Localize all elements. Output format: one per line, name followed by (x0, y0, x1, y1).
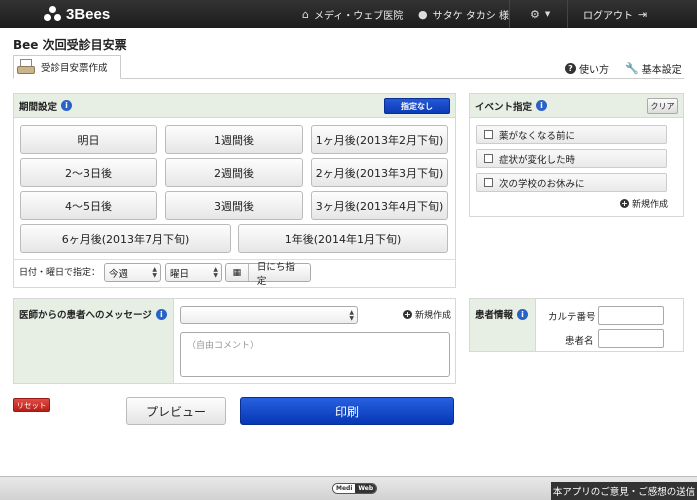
period-title: 期間設定 (19, 101, 58, 113)
event-checkbox[interactable] (484, 178, 493, 187)
bees-logo-icon (44, 6, 62, 22)
wrench-icon: 🔧 (625, 62, 639, 75)
help-label: 使い方 (579, 65, 609, 76)
page-title: Bee 次回受診目安票 (13, 38, 127, 52)
calendar-icon: ▦ (226, 264, 249, 281)
brand-logo[interactable]: 3Bees (44, 5, 110, 23)
reset-button[interactable]: リセット (13, 398, 50, 412)
nav-divider (509, 0, 510, 28)
settings-menu[interactable]: ⚙ ▼ (530, 0, 550, 28)
date-spec-label: 日付・曜日で指定： (19, 268, 101, 278)
tab-label: 受診目安票作成 (41, 63, 108, 74)
help-icon: ? (565, 63, 576, 74)
message-header: 医師からの患者へのメッセージ i (19, 307, 167, 321)
period-button-2months[interactable]: 2ヶ月後(2013年3月下旬) (311, 158, 448, 187)
event-label: 薬がなくなる前に (499, 130, 576, 142)
message-panel: 医師からの患者へのメッセージ i ▲ ▼ + 新規作成 （自由コメント） (13, 298, 456, 384)
select-arrows-icon: ▲ ▼ (349, 309, 354, 322)
event-item[interactable]: 症状が変化した時 (476, 149, 667, 168)
tab-create-sheet[interactable]: 受診目安票作成 (13, 55, 121, 79)
period-panel: 期間設定 i 指定なし 明日 1週間後 1ヶ月後(2013年2月下旬) 2〜3日… (13, 93, 456, 288)
clinic-link[interactable]: ⌂ メディ・ウェブ医院 (302, 0, 403, 28)
patient-title: 患者情報 (475, 310, 514, 321)
patient-name-input[interactable] (598, 329, 664, 348)
home-icon: ⌂ (302, 7, 309, 21)
plus-icon: + (620, 199, 629, 208)
info-icon[interactable]: i (61, 100, 73, 111)
week-select[interactable]: 今週 ▲ ▼ (104, 263, 161, 282)
period-button-1month[interactable]: 1ヶ月後(2013年2月下旬) (311, 125, 448, 154)
period-button-1week[interactable]: 1週間後 (165, 125, 303, 154)
day-select-value: 曜日 (170, 268, 190, 280)
print-button[interactable]: 印刷 (240, 397, 454, 425)
date-pick-button[interactable]: ▦ 日にち指定 (225, 262, 311, 287)
brand-name: 3Bees (66, 5, 111, 23)
event-new-label: 新規作成 (632, 200, 669, 210)
period-none-button[interactable]: 指定なし (384, 98, 450, 114)
info-icon[interactable]: i (517, 308, 529, 320)
message-title: 医師からの患者へのメッセージ (19, 310, 152, 321)
period-button-3weeks[interactable]: 3週間後 (165, 191, 303, 220)
date-pick-label: 日にち指定 (256, 261, 295, 287)
select-arrows-icon: ▲ ▼ (152, 266, 157, 279)
user-icon: ● (418, 7, 428, 21)
info-icon[interactable]: i (155, 308, 167, 320)
plus-icon: + (403, 310, 412, 319)
logout-label: ログアウト (583, 10, 633, 22)
week-select-value: 今週 (109, 268, 129, 280)
period-divider (14, 259, 455, 260)
mediweb-logo: Medi Web (332, 483, 378, 494)
chart-number-input[interactable] (598, 306, 664, 325)
chart-number-label: カルテ番号 (548, 312, 596, 323)
event-title: イベント指定 (475, 101, 533, 113)
nav-divider (567, 0, 568, 28)
logo-left-text: Medi (333, 484, 356, 493)
patient-header: 患者情報 i (475, 307, 529, 321)
select-arrows-icon: ▲ ▼ (213, 266, 218, 279)
period-button-6months[interactable]: 6ヶ月後(2013年7月下旬) (20, 224, 231, 253)
event-clear-button[interactable]: クリア (647, 98, 678, 114)
day-select[interactable]: 曜日 ▲ ▼ (165, 263, 222, 282)
event-label: 次の学校のお休みに (499, 178, 585, 190)
period-button-2weeks[interactable]: 2週間後 (165, 158, 303, 187)
event-item[interactable]: 次の学校のお休みに (476, 173, 667, 192)
logout-link[interactable]: ログアウト ⇥ (583, 0, 647, 28)
gear-icon: ⚙ (530, 7, 540, 21)
event-checkbox[interactable] (484, 154, 493, 163)
clinic-name: メディ・ウェブ医院 (313, 10, 404, 22)
period-button-2-3days[interactable]: 2〜3日後 (20, 158, 157, 187)
event-checkbox[interactable] (484, 130, 493, 139)
message-select[interactable]: ▲ ▼ (180, 306, 358, 324)
period-button-tomorrow[interactable]: 明日 (20, 125, 157, 154)
logout-icon: ⇥ (638, 7, 648, 21)
help-link[interactable]: ? 使い方 (565, 61, 609, 76)
free-comment-textarea[interactable]: （自由コメント） (180, 332, 450, 377)
event-label: 症状が変化した時 (499, 154, 576, 166)
period-button-1year[interactable]: 1年後(2014年1月下旬) (238, 224, 448, 253)
settings-link[interactable]: 🔧 基本設定 (625, 61, 682, 76)
settings-label: 基本設定 (641, 65, 682, 76)
chevron-down-icon: ▼ (544, 10, 551, 18)
user-link[interactable]: ● サタケ タカシ 様 (418, 0, 509, 28)
top-bar: 3Bees ⌂ メディ・ウェブ医院 ● サタケ タカシ 様 ⚙ ▼ ログアウト … (0, 0, 697, 28)
message-new-link[interactable]: + 新規作成 (403, 308, 451, 321)
period-button-4-5days[interactable]: 4〜5日後 (20, 191, 157, 220)
period-button-3months[interactable]: 3ヶ月後(2013年4月下旬) (311, 191, 448, 220)
message-new-label: 新規作成 (415, 311, 452, 321)
patient-panel: 患者情報 i カルテ番号 患者名 (469, 298, 684, 352)
event-panel: イベント指定 i クリア 薬がなくなる前に 症状が変化した時 次の学校のお休みに… (469, 93, 684, 217)
logo-right-text: Web (355, 484, 377, 493)
event-new-link[interactable]: + 新規作成 (620, 197, 668, 210)
feedback-button[interactable]: 本アプリのご意見・ご感想の送信 (551, 482, 697, 500)
preview-button[interactable]: プレビュー (126, 397, 226, 425)
patient-name-label: 患者名 (565, 336, 594, 347)
info-icon[interactable]: i (536, 100, 548, 111)
event-item[interactable]: 薬がなくなる前に (476, 125, 667, 144)
user-name: サタケ タカシ 様 (432, 10, 509, 22)
printer-icon (17, 59, 35, 75)
